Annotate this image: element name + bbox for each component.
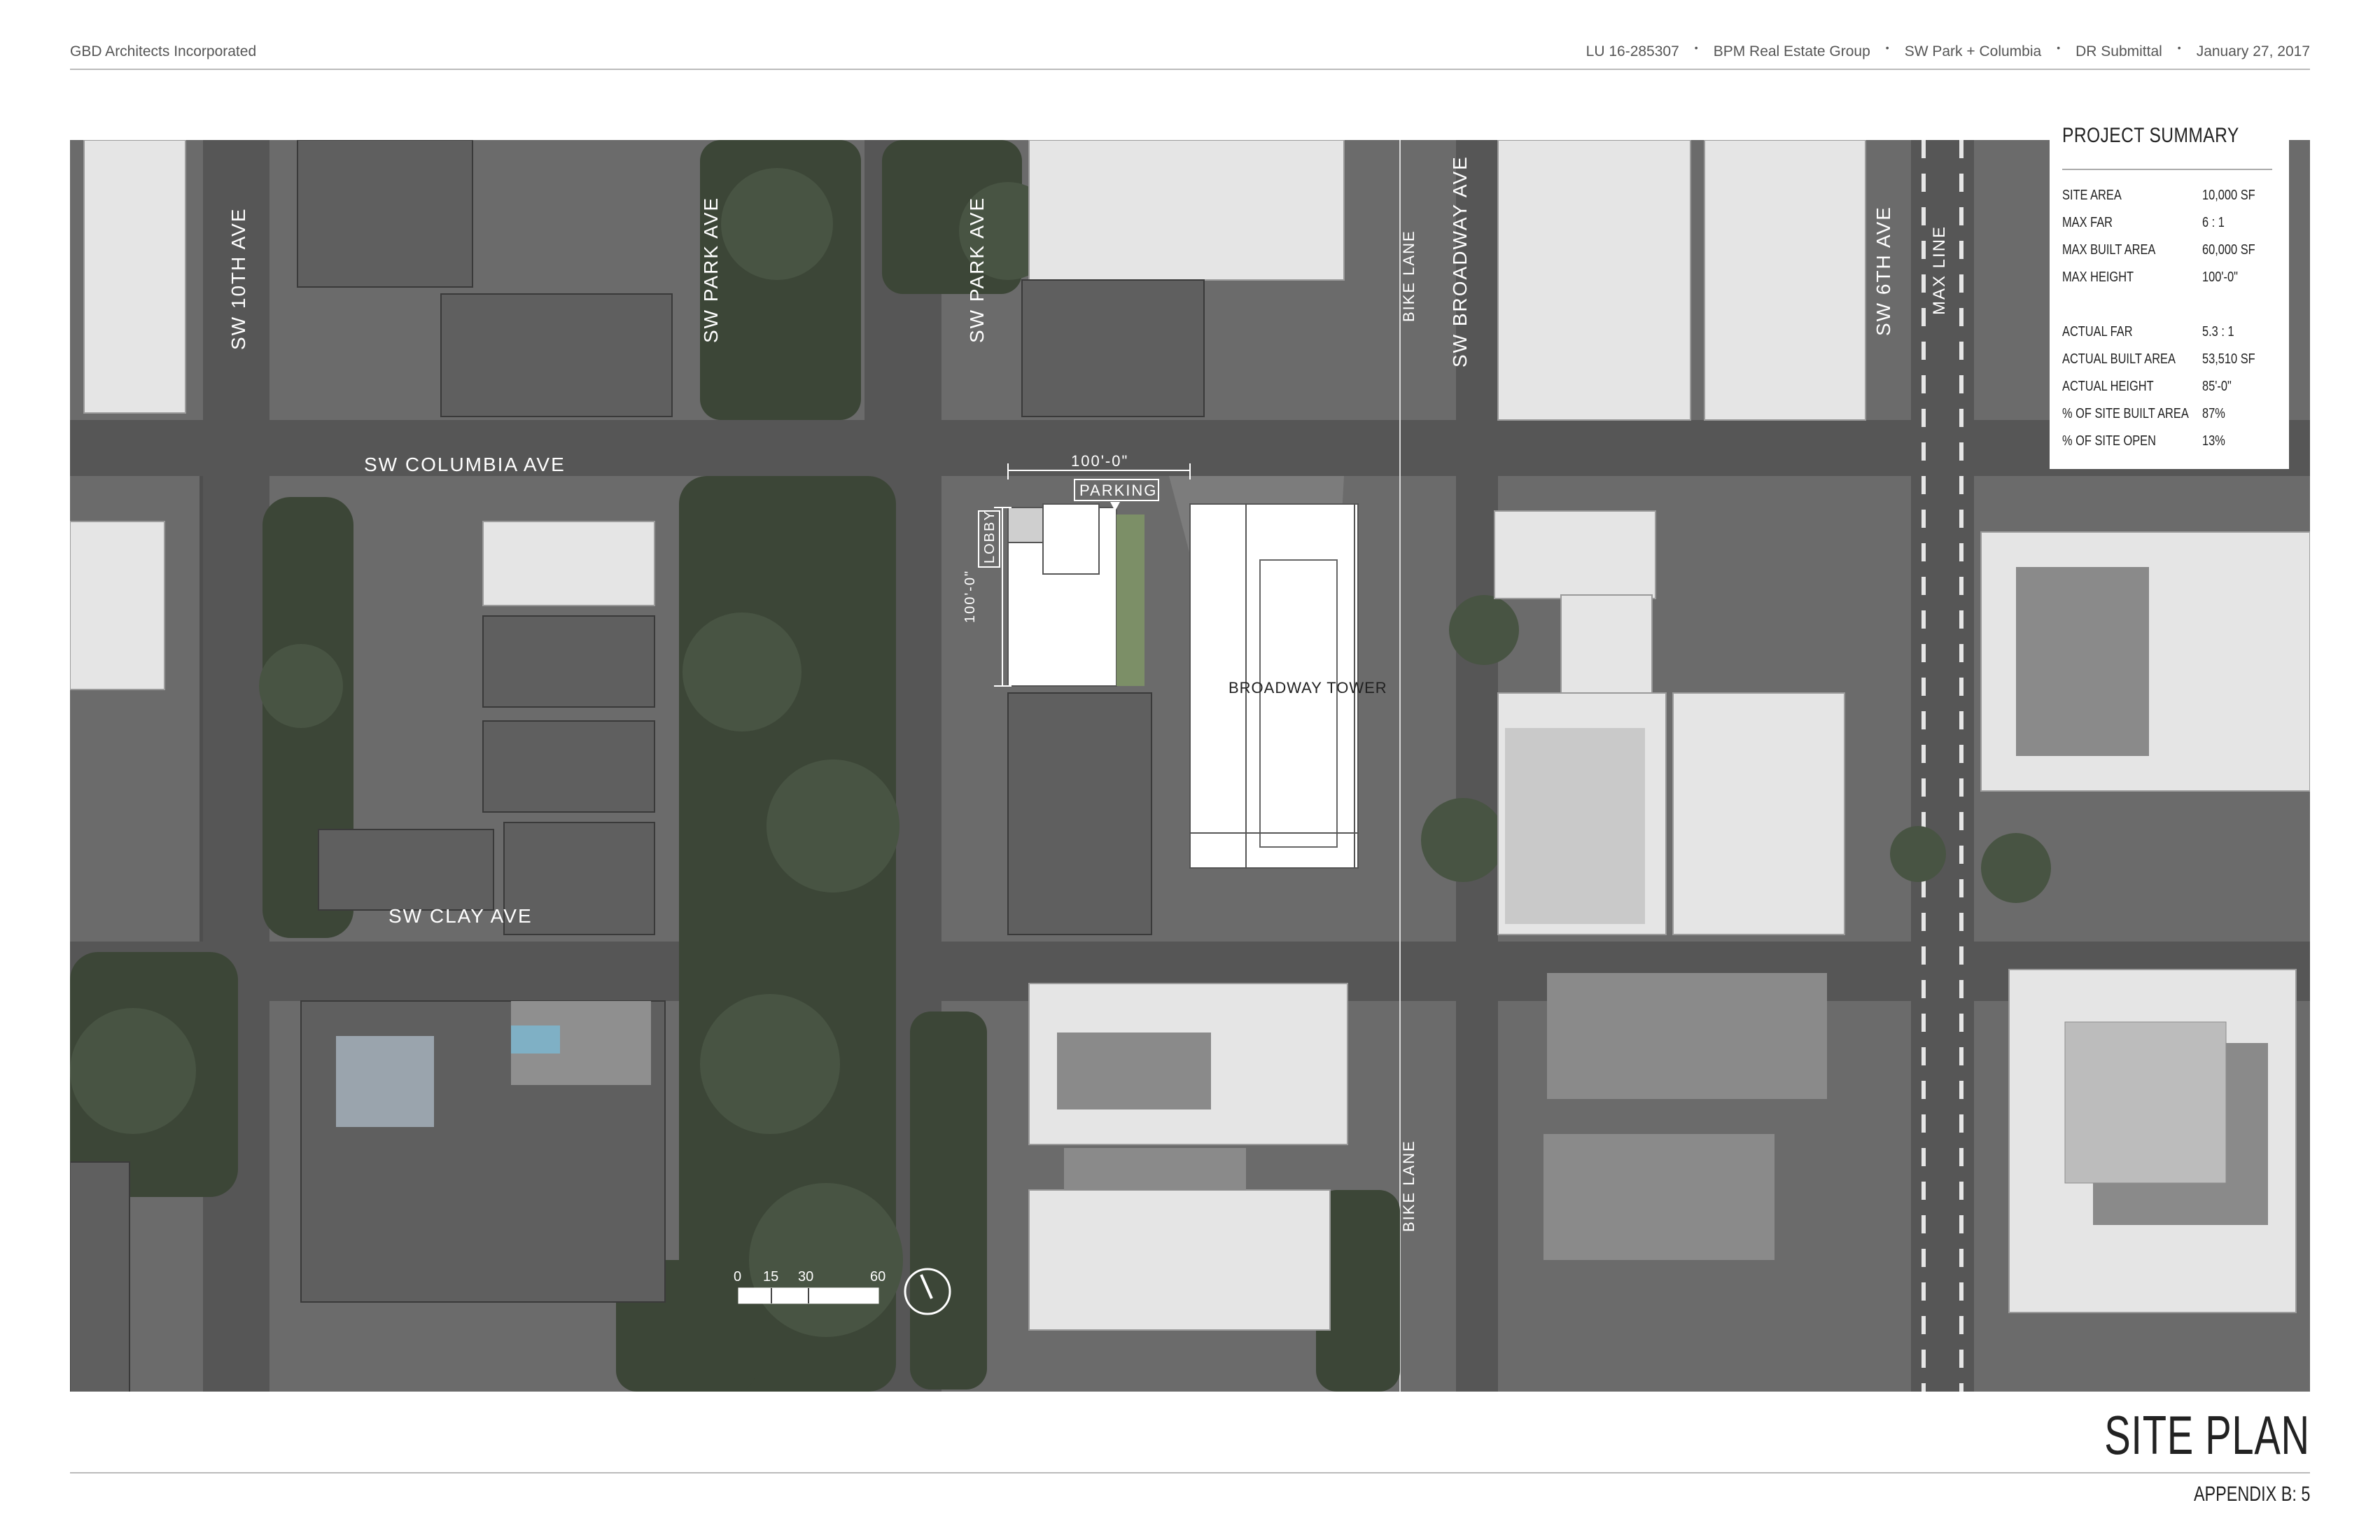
summary-label: ACTUAL HEIGHT xyxy=(2062,379,2154,394)
street-label-bike-lane-2: BIKE LANE xyxy=(1400,1140,1418,1232)
building xyxy=(1494,510,1656,599)
scale-label: 30 xyxy=(798,1269,813,1284)
project-info-item: BPM Real Estate Group xyxy=(1713,43,1870,59)
scale-bar xyxy=(738,1287,879,1304)
street-label-sw-broadway: SW BROADWAY AVE xyxy=(1449,155,1471,368)
building xyxy=(297,140,473,288)
project-info: LU 16-285307 • BPM Real Estate Group • S… xyxy=(1586,42,2310,60)
summary-value: 5.3 : 1 xyxy=(2202,324,2234,340)
building xyxy=(70,1161,130,1392)
summary-value: 87% xyxy=(2202,406,2225,421)
project-info-item: January 27, 2017 xyxy=(2196,43,2310,59)
scale-label: 15 xyxy=(763,1269,778,1284)
summary-label: ACTUAL FAR xyxy=(2062,324,2133,340)
project-info-item: DR Submittal xyxy=(2076,43,2162,59)
building xyxy=(482,521,655,606)
dimension-depth: 100'-0" xyxy=(962,570,978,623)
summary-value: 100'-0" xyxy=(2202,270,2238,285)
building xyxy=(83,140,186,414)
summary-value: 60,000 SF xyxy=(2202,242,2255,258)
garden xyxy=(1116,514,1144,686)
firm-name: GBD Architects Incorporated xyxy=(70,43,257,59)
street-label-sw-6th: SW 6TH AVE xyxy=(1872,206,1894,336)
summary-rule xyxy=(2062,169,2272,170)
building xyxy=(1672,692,1845,935)
summary-value: 6 : 1 xyxy=(2202,215,2225,230)
street-label-max-line: MAX LINE xyxy=(1930,225,1949,315)
building xyxy=(318,829,494,911)
street-label-sw-10th: SW 10TH AVE xyxy=(227,207,249,350)
building xyxy=(1028,1189,1331,1331)
parking-label: PARKING xyxy=(1079,482,1157,499)
summary-value: 85'-0" xyxy=(2202,379,2232,394)
separator: • xyxy=(2057,42,2061,53)
summary-label: ACTUAL BUILT AREA xyxy=(2062,351,2176,367)
project-info-item: LU 16-285307 xyxy=(1586,43,1679,59)
street-label-sw-park-2: SW PARK AVE xyxy=(966,197,988,343)
separator: • xyxy=(1885,42,1889,53)
building xyxy=(1497,140,1691,421)
building xyxy=(482,720,655,813)
summary-label: SITE AREA xyxy=(2062,188,2122,203)
street-label-sw-clay: SW CLAY AVE xyxy=(388,905,533,927)
summary-label: MAX FAR xyxy=(2062,215,2113,230)
summary-value: 10,000 SF xyxy=(2202,188,2255,203)
project-info-item: SW Park + Columbia xyxy=(1904,43,2042,59)
page-title: SITE PLAN xyxy=(2104,1404,2310,1466)
summary-value: 13% xyxy=(2202,433,2225,449)
summary-label: % OF SITE BUILT AREA xyxy=(2062,406,2189,421)
summary-title: PROJECT SUMMARY xyxy=(2062,124,2239,147)
dimension-width: 100'-0" xyxy=(1071,452,1128,470)
building xyxy=(1007,692,1152,935)
header-rule xyxy=(70,69,2310,70)
building-label: BROADWAY TOWER xyxy=(1228,679,1387,696)
summary-value: 53,510 SF xyxy=(2202,351,2255,367)
footer-rule xyxy=(70,1472,2310,1474)
street-label-sw-park-1: SW PARK AVE xyxy=(700,197,722,343)
building xyxy=(482,615,655,708)
building xyxy=(1021,279,1205,417)
summary-label: % OF SITE OPEN xyxy=(2062,433,2156,449)
summary-label: MAX BUILT AREA xyxy=(2062,242,2156,258)
site-map[interactable]: SW 10TH AVE SW PARK AVE SW PARK AVE SW B… xyxy=(70,140,2310,1392)
separator: • xyxy=(1694,42,1698,53)
page-subtitle: APPENDIX B: 5 xyxy=(2193,1483,2310,1506)
summary-label: MAX HEIGHT xyxy=(2062,270,2134,285)
separator: • xyxy=(2177,42,2181,53)
scale-label: 0 xyxy=(734,1269,741,1284)
street-label-bike-lane-1: BIKE LANE xyxy=(1400,230,1418,322)
street-label-sw-columbia: SW COLUMBIA AVE xyxy=(364,454,566,475)
building xyxy=(1028,140,1345,281)
building xyxy=(70,521,165,690)
scale-label: 60 xyxy=(870,1269,886,1284)
building xyxy=(1704,140,1866,421)
lobby-grid xyxy=(1007,507,1044,543)
lobby-label: LOBBY xyxy=(982,510,997,564)
building xyxy=(440,293,673,417)
